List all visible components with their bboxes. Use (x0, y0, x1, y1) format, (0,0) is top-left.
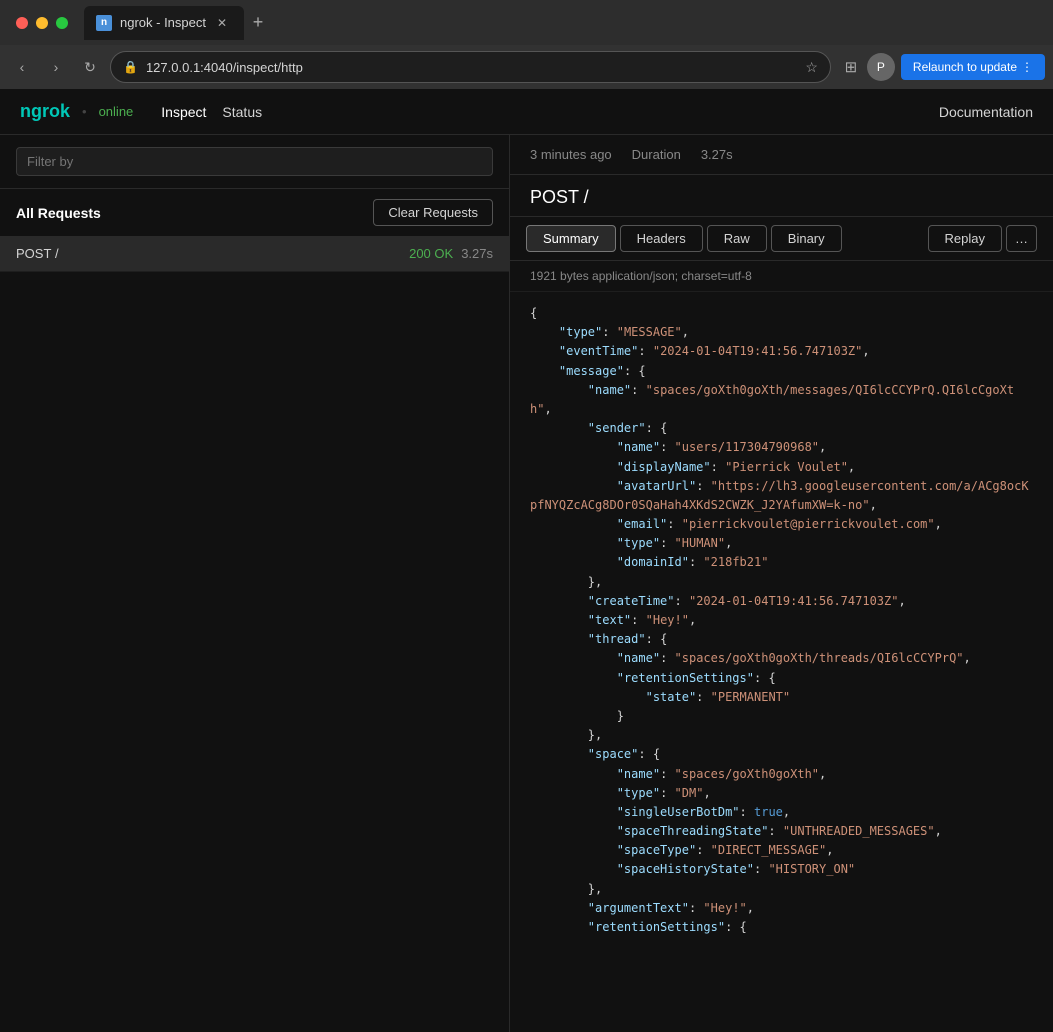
browser-chrome: n ngrok - Inspect ✕ + (0, 0, 1053, 45)
nav-inspect-link[interactable]: Inspect (153, 100, 214, 124)
request-meta: 3 minutes ago Duration 3.27s (510, 135, 1053, 175)
active-tab[interactable]: n ngrok - Inspect ✕ (84, 6, 244, 40)
forward-button[interactable]: › (42, 53, 70, 81)
request-status: 200 OK (409, 246, 453, 261)
window-controls[interactable] (8, 17, 76, 29)
main-content: All Requests Clear Requests POST / 200 O… (0, 135, 1053, 1032)
request-path: / (51, 246, 58, 261)
tab-favicon: n (96, 15, 112, 31)
window-minimize-button[interactable] (36, 17, 48, 29)
duration-value: 3.27s (701, 147, 733, 162)
tab-headers[interactable]: Headers (620, 225, 703, 252)
request-detail-title: POST / (510, 175, 1053, 217)
requests-header: All Requests Clear Requests (0, 189, 509, 236)
nav-dot: • (82, 104, 87, 119)
request-list: POST / 200 OK 3.27s (0, 236, 509, 1032)
filter-input[interactable] (16, 147, 493, 176)
profile-avatar[interactable]: P (867, 53, 895, 81)
address-bar[interactable]: 🔒 127.0.0.1:4040/inspect/http ☆ (110, 51, 831, 83)
browser-toolbar-icons: ⊞ P (837, 53, 895, 81)
nav-documentation-link[interactable]: Documentation (939, 104, 1033, 120)
tab-binary[interactable]: Binary (771, 225, 842, 252)
reload-button[interactable]: ↻ (76, 53, 104, 81)
address-text: 127.0.0.1:4040/inspect/http (146, 60, 797, 75)
avatar: P (867, 53, 895, 81)
request-duration: 3.27s (461, 246, 493, 261)
json-content: { "type": "MESSAGE", "eventTime": "2024-… (530, 304, 1033, 937)
filter-bar (0, 135, 509, 189)
tab-raw[interactable]: Raw (707, 225, 767, 252)
relaunch-button[interactable]: Relaunch to update ⋮ (901, 54, 1045, 80)
security-icon: 🔒 (123, 60, 138, 74)
relaunch-label: Relaunch to update (913, 60, 1017, 74)
replay-button[interactable]: Replay (928, 225, 1002, 252)
clear-requests-button[interactable]: Clear Requests (373, 199, 493, 226)
all-requests-title: All Requests (16, 205, 101, 221)
relaunch-dots-icon: ⋮ (1021, 60, 1033, 74)
new-tab-button[interactable]: + (244, 9, 272, 37)
app: ngrok • online Inspect Status Documentat… (0, 89, 1053, 1032)
more-options-button[interactable]: … (1006, 225, 1037, 252)
json-viewer[interactable]: { "type": "MESSAGE", "eventTime": "2024-… (510, 292, 1053, 1032)
app-logo: ngrok (20, 101, 70, 122)
back-button[interactable]: ‹ (8, 53, 36, 81)
duration-label: Duration (632, 147, 681, 162)
window-maximize-button[interactable] (56, 17, 68, 29)
request-method: POST (16, 246, 51, 261)
address-bar-row: ‹ › ↻ 🔒 127.0.0.1:4040/inspect/http ☆ ⊞ … (0, 45, 1053, 89)
app-nav: ngrok • online Inspect Status Documentat… (0, 89, 1053, 135)
tab-title: ngrok - Inspect (120, 15, 206, 30)
nav-status-link[interactable]: Status (214, 100, 270, 124)
nav-status: online (99, 104, 134, 119)
request-item[interactable]: POST / 200 OK 3.27s (0, 236, 509, 272)
right-panel: 3 minutes ago Duration 3.27s POST / Summ… (510, 135, 1053, 1032)
window-close-button[interactable] (16, 17, 28, 29)
bookmark-icon[interactable]: ☆ (805, 59, 818, 76)
tab-close-button[interactable]: ✕ (214, 15, 230, 31)
tab-summary[interactable]: Summary (526, 225, 616, 252)
left-panel: All Requests Clear Requests POST / 200 O… (0, 135, 510, 1032)
request-time-ago: 3 minutes ago (530, 147, 612, 162)
extensions-icon[interactable]: ⊞ (837, 53, 865, 81)
content-type-label: 1921 bytes application/json; charset=utf… (510, 261, 1053, 292)
tabs-row: Summary Headers Raw Binary Replay … (510, 217, 1053, 261)
tab-bar: n ngrok - Inspect ✕ + (84, 0, 1045, 45)
